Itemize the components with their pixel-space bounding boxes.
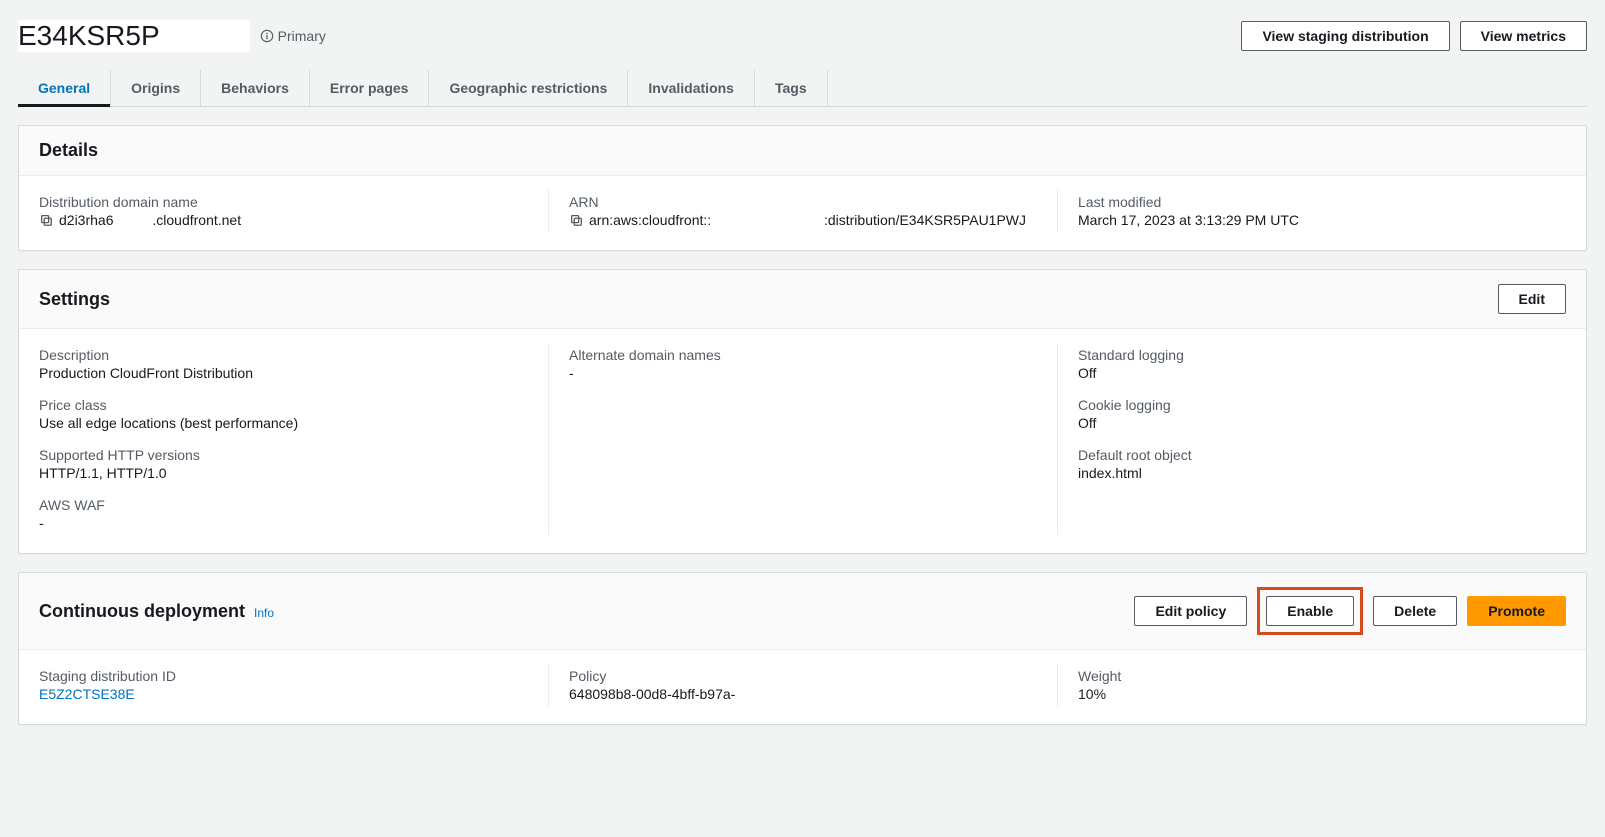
tab-error-pages[interactable]: Error pages (310, 70, 430, 106)
view-metrics-button[interactable]: View metrics (1460, 21, 1587, 51)
root-value: index.html (1078, 465, 1546, 481)
details-title: Details (39, 140, 98, 161)
description-value: Production CloudFront Distribution (39, 365, 528, 381)
primary-badge: Primary (260, 28, 326, 44)
description-label: Description (39, 347, 528, 363)
tab-geo[interactable]: Geographic restrictions (429, 70, 628, 106)
arn-label: ARN (569, 194, 1037, 210)
page-header: E34KSR5P Primary View staging distributi… (18, 0, 1587, 60)
modified-label: Last modified (1078, 194, 1546, 210)
price-label: Price class (39, 397, 528, 413)
altdomain-value: - (569, 365, 1037, 381)
settings-title: Settings (39, 289, 110, 310)
root-label: Default root object (1078, 447, 1546, 463)
enable-button[interactable]: Enable (1266, 596, 1354, 626)
waf-value: - (39, 515, 528, 531)
info-link[interactable]: Info (254, 606, 274, 620)
arn-value: arn:aws:cloudfront:: :distribution/E34KS… (589, 212, 1026, 228)
policy-value: 648098b8-00d8-4bff-b97a- (569, 686, 1037, 702)
edit-settings-button[interactable]: Edit (1498, 284, 1566, 314)
modified-value: March 17, 2023 at 3:13:29 PM UTC (1078, 212, 1546, 228)
primary-label: Primary (278, 28, 326, 44)
tab-origins[interactable]: Origins (111, 70, 201, 106)
stdlog-value: Off (1078, 365, 1546, 381)
details-panel: Details Distribution domain name d2i3rha… (18, 125, 1587, 251)
domain-label: Distribution domain name (39, 194, 528, 210)
edit-policy-button[interactable]: Edit policy (1134, 596, 1247, 626)
copy-icon[interactable] (569, 213, 583, 227)
weight-label: Weight (1078, 668, 1546, 684)
staging-id-link[interactable]: E5Z2CTSE38E (39, 686, 528, 702)
tab-bar: General Origins Behaviors Error pages Ge… (18, 70, 1587, 107)
cookielog-value: Off (1078, 415, 1546, 431)
copy-icon[interactable] (39, 213, 53, 227)
http-label: Supported HTTP versions (39, 447, 528, 463)
price-value: Use all edge locations (best performance… (39, 415, 528, 431)
tab-tags[interactable]: Tags (755, 70, 828, 106)
promote-button[interactable]: Promote (1467, 596, 1566, 626)
http-value: HTTP/1.1, HTTP/1.0 (39, 465, 528, 481)
settings-panel: Settings Edit Description Production Clo… (18, 269, 1587, 554)
distribution-id-title: E34KSR5P (18, 20, 250, 52)
staging-id-label: Staging distribution ID (39, 668, 528, 684)
cd-title: Continuous deployment Info (39, 601, 274, 622)
stdlog-label: Standard logging (1078, 347, 1546, 363)
waf-label: AWS WAF (39, 497, 528, 513)
info-icon (260, 29, 274, 43)
weight-value: 10% (1078, 686, 1546, 702)
tab-invalidations[interactable]: Invalidations (628, 70, 755, 106)
tab-behaviors[interactable]: Behaviors (201, 70, 310, 106)
highlight-annotation: Enable (1257, 587, 1363, 635)
continuous-deployment-panel: Continuous deployment Info Edit policy E… (18, 572, 1587, 725)
delete-button[interactable]: Delete (1373, 596, 1457, 626)
domain-value: d2i3rha6 .cloudfront.net (59, 212, 241, 228)
cd-title-text: Continuous deployment (39, 601, 245, 621)
altdomain-label: Alternate domain names (569, 347, 1037, 363)
cookielog-label: Cookie logging (1078, 397, 1546, 413)
policy-label: Policy (569, 668, 1037, 684)
tab-general[interactable]: General (18, 70, 111, 106)
view-staging-button[interactable]: View staging distribution (1241, 21, 1449, 51)
